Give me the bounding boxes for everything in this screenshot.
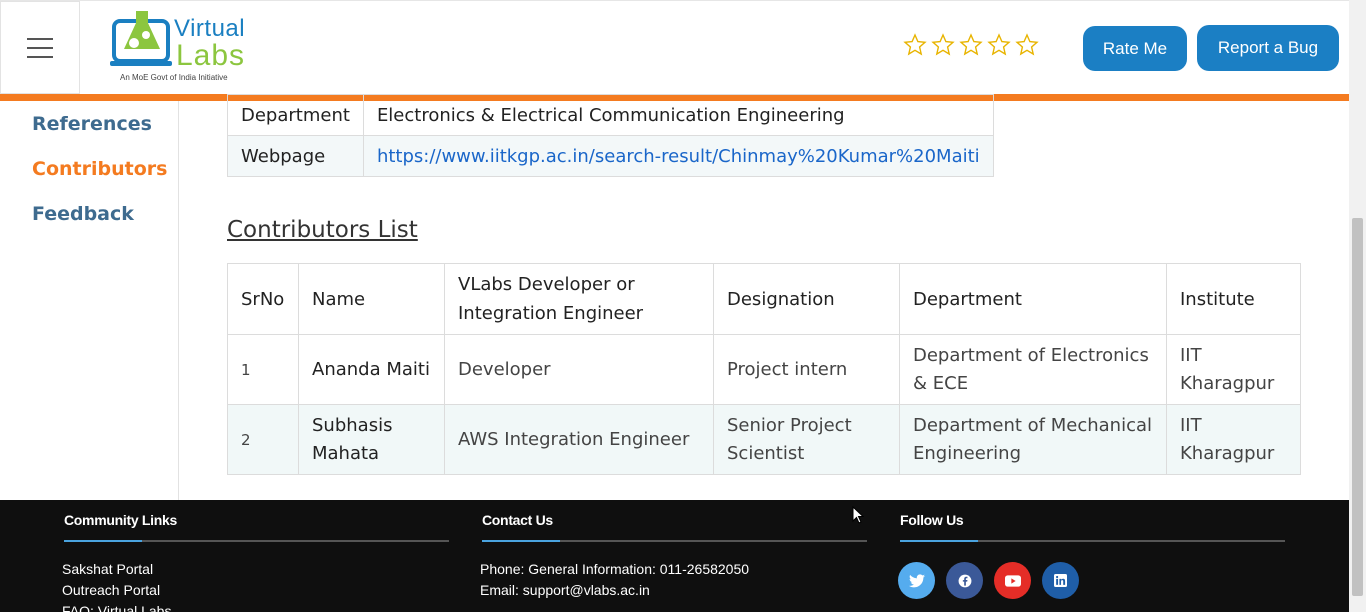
heading-underline (900, 540, 1285, 542)
department-label: Department (227, 94, 364, 136)
star-icon[interactable] (931, 33, 955, 57)
sidebar-item-feedback[interactable]: Feedback (32, 203, 134, 225)
cell-designation: Senior Project Scientist (713, 404, 900, 475)
heading-underline (64, 540, 449, 542)
community-links-heading: Community Links (64, 512, 177, 528)
follow-us-heading: Follow Us (900, 512, 964, 528)
column-header-institute: Institute (1166, 263, 1301, 335)
report-bug-button[interactable]: Report a Bug (1197, 25, 1339, 71)
cell-srno: 1 (227, 334, 299, 405)
cell-department: Department of Mechanical Engineering (899, 404, 1167, 475)
menu-bar (27, 46, 53, 49)
cell-designation: Project intern (713, 334, 900, 405)
outreach-portal-link[interactable]: Outreach Portal (62, 580, 449, 601)
contributors-list-title: Contributors List (227, 217, 418, 243)
cell-institute: IIT Kharagpur (1166, 334, 1301, 405)
faq-link[interactable]: FAQ: Virtual Labs (62, 601, 449, 612)
logo-tagline: An MoE Govt of India Initiative (120, 73, 228, 82)
column-header-designation: Designation (713, 263, 900, 335)
contact-email[interactable]: Email: support@vlabs.ac.in (480, 580, 867, 601)
menu-bar (27, 37, 53, 40)
webpage-label: Webpage (227, 135, 364, 177)
cell-role: AWS Integration Engineer (444, 404, 714, 475)
cell-role: Developer (444, 334, 714, 405)
column-header-name: Name (298, 263, 445, 335)
menu-bar (27, 55, 53, 58)
table-row: Department Electronics & Electrical Comm… (227, 94, 994, 136)
mouse-cursor-icon (852, 506, 864, 524)
table-row: Webpage https://www.iitkgp.ac.in/search-… (227, 135, 994, 177)
table-header-row: SrNo Name VLabs Developer or Integration… (227, 263, 1301, 335)
rate-me-button[interactable]: Rate Me (1083, 26, 1187, 71)
star-icon[interactable] (1015, 33, 1039, 57)
youtube-icon[interactable] (994, 562, 1031, 599)
sidebar-item-contributors[interactable]: Contributors (32, 158, 167, 180)
community-links-section: Community Links Sakshat Portal Outreach … (62, 512, 449, 612)
sakshat-portal-link[interactable]: Sakshat Portal (62, 559, 449, 580)
coordinator-info-table: Department Electronics & Electrical Comm… (227, 94, 994, 177)
cell-name: Subhasis Mahata (298, 404, 445, 475)
twitter-icon[interactable] (898, 562, 935, 599)
contact-phone: Phone: General Information: 011-26582050 (480, 561, 750, 577)
facebook-icon[interactable] (946, 562, 983, 599)
column-header-role: VLabs Developer or Integration Engineer (444, 263, 714, 335)
hamburger-menu-button[interactable] (0, 1, 80, 94)
follow-us-section: Follow Us (898, 512, 1285, 599)
logo-labs-text: Labs (176, 39, 246, 72)
top-header: Virtual Labs An MoE Govt of India Initia… (0, 0, 1349, 94)
cell-department: Department of Electronics & ECE (899, 334, 1167, 405)
department-value: Electronics & Electrical Communication E… (362, 94, 994, 136)
sidebar-nav: References Contributors Feedback (0, 101, 179, 500)
rating-stars (903, 33, 1039, 57)
contact-us-section: Contact Us Phone: General Information: 0… (480, 512, 867, 601)
webpage-link[interactable]: https://www.iitkgp.ac.in/search-result/C… (377, 146, 980, 167)
heading-underline (482, 540, 867, 542)
linkedin-icon[interactable] (1042, 562, 1079, 599)
cell-srno: 2 (227, 404, 299, 475)
star-icon[interactable] (987, 33, 1011, 57)
virtual-labs-logo[interactable]: Virtual Labs An MoE Govt of India Initia… (110, 9, 255, 85)
table-row: 2 Subhasis Mahata AWS Integration Engine… (227, 404, 1301, 475)
star-icon[interactable] (959, 33, 983, 57)
table-row: 1 Ananda Maiti Developer Project intern … (227, 334, 1301, 405)
cell-institute: IIT Kharagpur (1166, 404, 1301, 475)
scrollbar-thumb[interactable] (1352, 218, 1363, 596)
page-footer: Community Links Sakshat Portal Outreach … (0, 500, 1349, 612)
cell-name: Ananda Maiti (298, 334, 445, 405)
sidebar-item-references[interactable]: References (32, 113, 152, 135)
column-header-department: Department (899, 263, 1167, 335)
column-header-srno: SrNo (227, 263, 299, 335)
contributors-table: SrNo Name VLabs Developer or Integration… (227, 263, 1301, 475)
star-icon[interactable] (903, 33, 927, 57)
contact-us-heading: Contact Us (482, 512, 553, 528)
logo-flask-icon (110, 11, 172, 66)
